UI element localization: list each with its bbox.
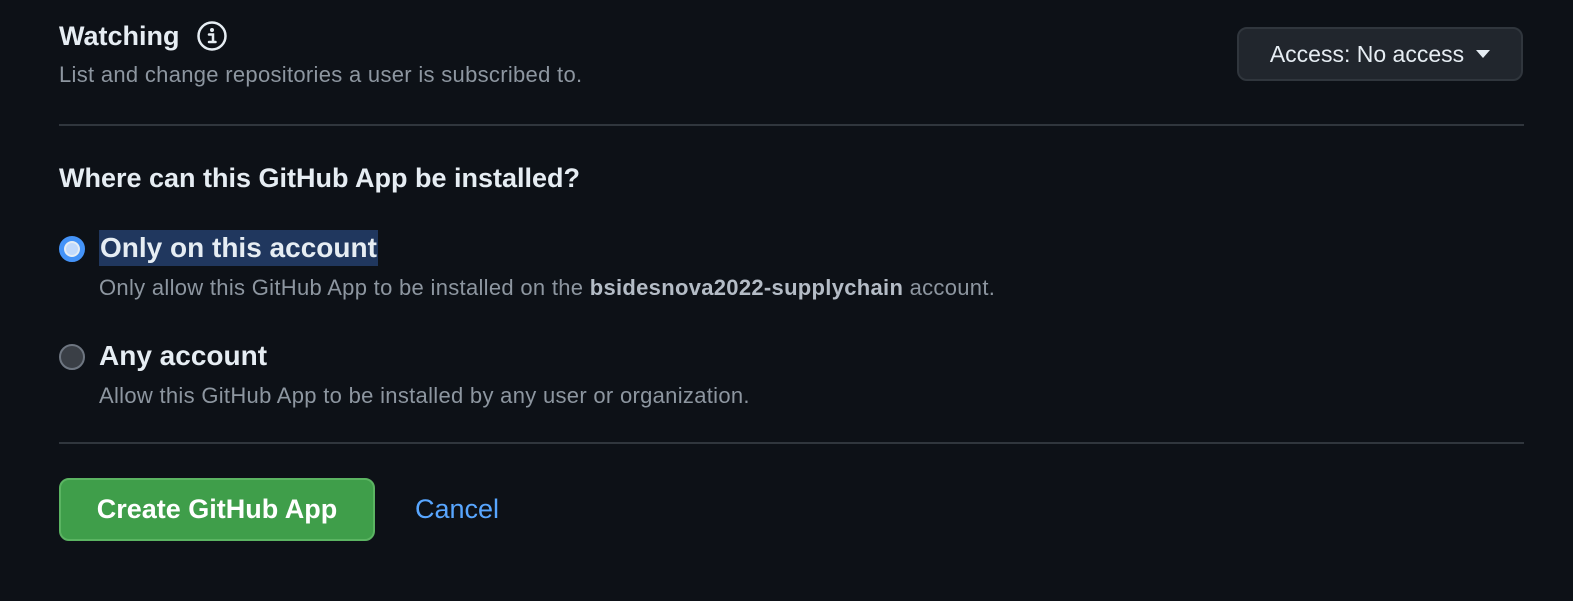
divider bbox=[59, 124, 1524, 126]
option-description-prefix: Only allow this GitHub App to be install… bbox=[99, 275, 590, 300]
info-icon[interactable] bbox=[196, 20, 228, 52]
create-github-app-button[interactable]: Create GitHub App bbox=[59, 478, 375, 541]
option-label-any-account[interactable]: Any account bbox=[99, 338, 267, 374]
caret-down-icon bbox=[1476, 50, 1491, 58]
cancel-link[interactable]: Cancel bbox=[415, 491, 499, 527]
watching-permission-title: Watching bbox=[59, 21, 180, 51]
radio-any-account[interactable] bbox=[59, 344, 85, 370]
install-location-heading: Where can this GitHub App be installed? bbox=[59, 163, 581, 193]
option-label-only-this-account[interactable]: Only on this account bbox=[99, 230, 378, 266]
account-name: bsidesnova2022-supplychain bbox=[589, 275, 904, 300]
watching-permission-description: List and change repositories a user is s… bbox=[59, 62, 583, 87]
divider bbox=[59, 442, 1524, 444]
option-description-only-this-account: Only allow this GitHub App to be install… bbox=[99, 273, 995, 303]
access-dropdown-button[interactable]: Access: No access bbox=[1237, 27, 1523, 81]
radio-only-this-account[interactable] bbox=[59, 236, 85, 262]
option-description-any-account: Allow this GitHub App to be installed by… bbox=[99, 383, 750, 408]
watching-permission-header: Watching bbox=[59, 16, 228, 56]
option-description-suffix: account. bbox=[903, 275, 996, 300]
access-dropdown-label: Access: No access bbox=[1269, 40, 1465, 67]
github-app-settings-page: Watching List and change repositories a … bbox=[0, 0, 1573, 601]
